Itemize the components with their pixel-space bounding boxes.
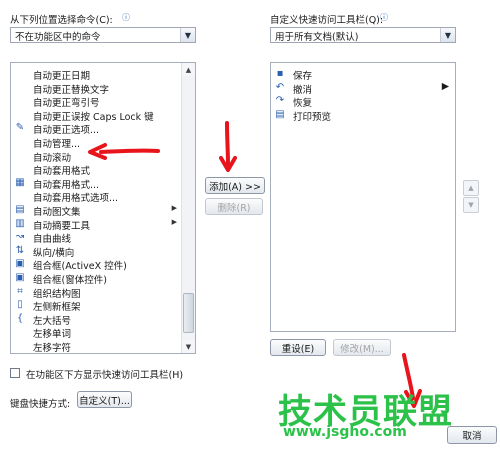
annotation-overlay (88, 121, 422, 408)
watermark-url: www.jsgho.com (283, 424, 407, 440)
arrow-to-autoscroll (99, 148, 160, 154)
arrow-to-add-button (225, 121, 230, 167)
